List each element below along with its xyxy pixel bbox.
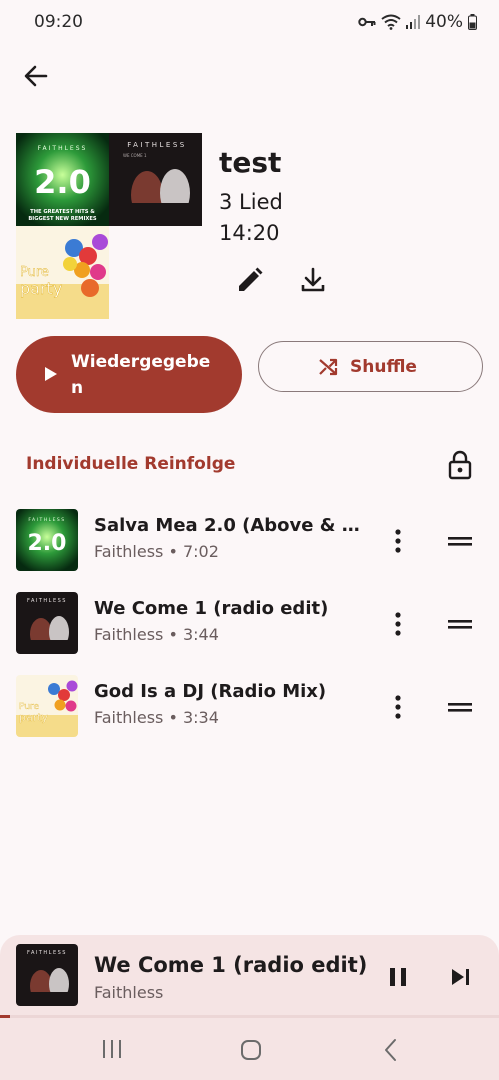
track-subtitle: Faithless • 7:02 — [94, 542, 219, 561]
mini-player-artist: Faithless — [94, 983, 164, 1002]
track-title: God Is a DJ (Radio Mix) — [94, 681, 327, 702]
svg-text:Pure: Pure — [20, 265, 49, 280]
track-drag-handle[interactable] — [446, 614, 474, 634]
track-drag-handle[interactable] — [446, 531, 474, 551]
svg-text:FAITHLESS: FAITHLESS — [127, 141, 187, 149]
track-row[interactable]: FAITHLESS We Come 1 (radio edit) Faithle… — [0, 592, 499, 672]
track-thumbnail: FAITHLESS — [16, 592, 78, 654]
svg-text:2.0: 2.0 — [34, 163, 91, 201]
mini-player-artwork: FAITHLESS — [16, 944, 78, 1006]
cover-faithless-2-0: FAITHLESS 2.0 THE GREATEST HITS & BIGGES… — [16, 133, 109, 226]
home-icon — [241, 1040, 261, 1060]
lock-order-button[interactable] — [446, 450, 474, 480]
track-title: We Come 1 (radio edit) — [94, 598, 329, 619]
drag-handle-icon — [448, 703, 472, 712]
playlist-song-count: 3 Lied — [219, 190, 283, 214]
vpn-key-icon — [358, 17, 376, 27]
shuffle-button-label: Shuffle — [350, 357, 417, 377]
recents-icon — [103, 1040, 121, 1058]
unlock-icon — [448, 450, 472, 480]
svg-text:FAITHLESS: FAITHLESS — [27, 950, 67, 956]
track-row[interactable]: FAITHLESS 2.0 Salva Mea 2.0 (Above & Bey… — [0, 509, 499, 589]
track-subtitle: Faithless • 3:34 — [94, 708, 219, 727]
svg-text:2.0: 2.0 — [28, 531, 67, 556]
system-nav-bar — [0, 1018, 499, 1080]
track-thumbnail: Pure party — [16, 675, 78, 737]
playlist-cover: FAITHLESS 2.0 THE GREATEST HITS & BIGGES… — [16, 133, 203, 320]
shuffle-button[interactable]: Shuffle — [258, 341, 483, 392]
more-vert-icon — [395, 695, 401, 719]
pencil-icon — [239, 267, 263, 291]
svg-text:THE GREATEST HITS &: THE GREATEST HITS & — [30, 209, 95, 215]
track-more-button[interactable] — [386, 527, 410, 555]
track-more-button[interactable] — [386, 693, 410, 721]
svg-text:FAITHLESS: FAITHLESS — [27, 598, 67, 604]
play-button[interactable]: Wiedergegeben — [16, 336, 242, 413]
svg-text:FAITHLESS: FAITHLESS — [38, 145, 88, 152]
home-button[interactable] — [239, 1038, 263, 1066]
skip-next-button[interactable] — [447, 963, 475, 991]
playlist-title: test — [219, 146, 282, 179]
system-back-button[interactable] — [381, 1038, 401, 1066]
wifi-icon — [381, 14, 401, 30]
pause-icon — [390, 968, 406, 986]
mini-player-title: We Come 1 (radio edit) — [94, 953, 368, 977]
arrow-back-icon — [24, 65, 48, 87]
svg-text:WE COME 1: WE COME 1 — [123, 153, 147, 158]
svg-text:FAITHLESS: FAITHLESS — [28, 517, 65, 523]
recents-button[interactable] — [100, 1038, 124, 1064]
pause-button[interactable] — [384, 963, 412, 991]
track-thumbnail: FAITHLESS 2.0 — [16, 509, 78, 571]
svg-text:party: party — [20, 279, 62, 298]
track-row[interactable]: Pure party God Is a DJ (Radio Mix) Faith… — [0, 675, 499, 755]
play-button-label: Wiedergegeben — [71, 352, 211, 398]
download-button[interactable] — [297, 264, 329, 296]
play-icon — [45, 367, 57, 381]
signal-icon — [406, 15, 421, 29]
cover-we-come-1: FAITHLESS WE COME 1 — [109, 133, 202, 226]
more-vert-icon — [395, 612, 401, 636]
drag-handle-icon — [448, 620, 472, 629]
track-subtitle: Faithless • 3:44 — [94, 625, 219, 644]
status-bar: 09:20 40% — [0, 0, 499, 44]
mini-player[interactable]: FAITHLESS We Come 1 (radio edit) Faithle… — [0, 935, 499, 1015]
download-icon — [301, 267, 325, 292]
edit-button[interactable] — [234, 264, 266, 296]
more-vert-icon — [395, 529, 401, 553]
skip-next-icon — [452, 969, 469, 985]
svg-text:BIGGEST NEW REMIXES: BIGGEST NEW REMIXES — [28, 216, 97, 222]
shuffle-icon — [319, 358, 338, 376]
battery-percent: 40% — [425, 12, 463, 32]
track-more-button[interactable] — [386, 610, 410, 638]
chevron-left-icon — [385, 1039, 396, 1061]
status-time: 09:20 — [34, 12, 83, 32]
sort-order-label[interactable]: Individuelle Reinfolge — [26, 454, 235, 474]
drag-handle-icon — [448, 537, 472, 546]
cover-pure-party: Pure party — [16, 226, 109, 319]
battery-icon — [468, 14, 477, 30]
back-button[interactable] — [20, 60, 52, 92]
track-drag-handle[interactable] — [446, 697, 474, 717]
svg-text:party: party — [19, 711, 49, 724]
track-title: Salva Mea 2.0 (Above & Beyond Remix) — [94, 515, 362, 536]
playlist-duration: 14:20 — [219, 221, 280, 245]
